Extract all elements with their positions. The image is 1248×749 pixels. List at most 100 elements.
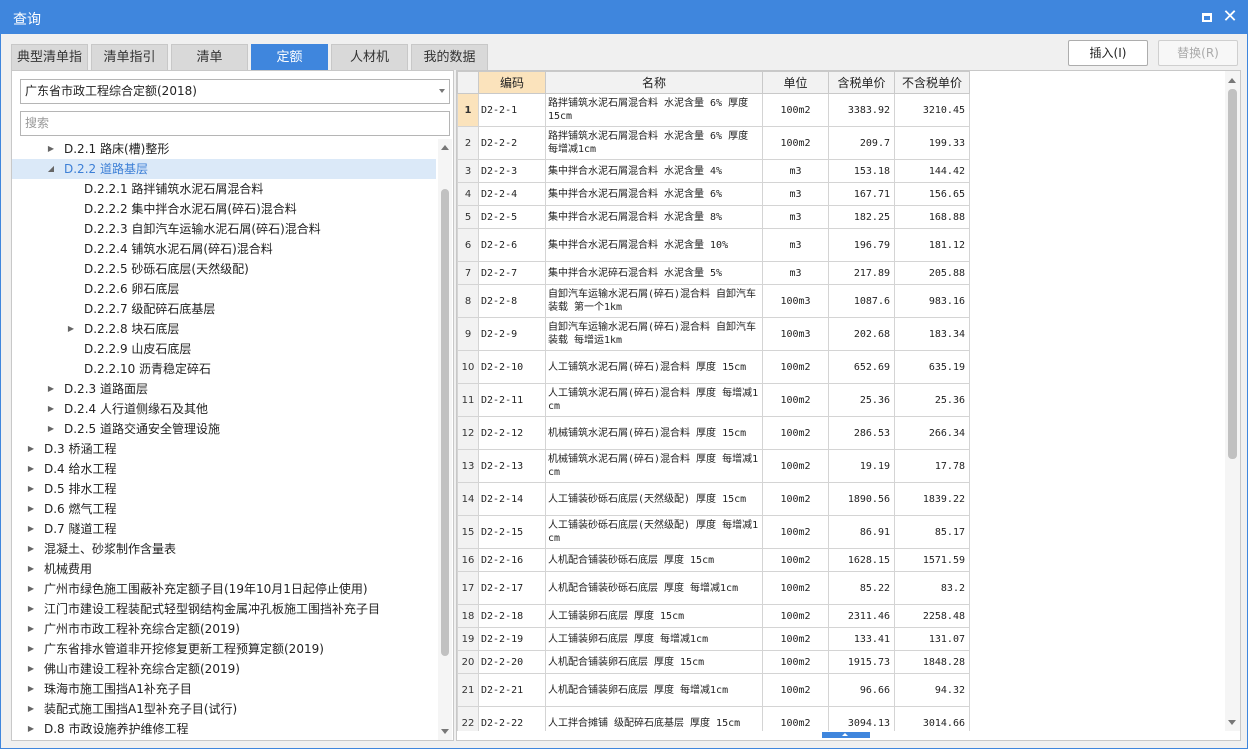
table-row[interactable]: 6 D2-2-6 集中拌合水泥石屑混合料 水泥含量 10% m3 196.79 181.1… [457,228,970,262]
table-row[interactable]: 1 D2-2-1 路拌铺筑水泥石屑混合料 水泥含量 6% 厚度 15cm 100m2 3… [457,93,970,127]
tree-item[interactable]: ▶ D.3 桥涵工程 [12,439,436,459]
table-row[interactable]: 3 D2-2-3 集中拌合水泥石屑混合料 水泥含量 4% m3 153.18 144.42 [457,159,970,183]
collapsed-triangle-icon[interactable]: ▶ [26,639,36,659]
collapsed-triangle-icon[interactable]: ▶ [26,519,36,539]
collapsed-triangle-icon[interactable]: ▶ [26,599,36,619]
tree-scrollbar[interactable] [438,139,452,740]
table-row[interactable]: 11 D2-2-11 人工铺筑水泥石屑(碎石)混合料 厚度 每增减1cm 100m2 2… [457,383,970,417]
tab-bill-guide[interactable]: 清单指引 [91,44,168,70]
maximize-icon[interactable] [1199,9,1215,25]
panel-splitter-handle[interactable] [822,732,870,738]
tree-item[interactable]: D.2.2.6 卵石底层 [12,279,436,299]
tree-item[interactable]: ▶ 佛山市建设工程补充综合定额(2019) [12,659,436,679]
column-header-unit[interactable]: 单位 [762,71,829,94]
scroll-down-icon[interactable] [1228,720,1236,725]
tab-labor-material-machine[interactable]: 人材机 [331,44,408,70]
table-row[interactable]: 10 D2-2-10 人工铺筑水泥石屑(碎石)混合料 厚度 15cm 100m2 652… [457,350,970,384]
tab-typical-bill-guide[interactable]: 典型清单指引 [11,44,88,90]
library-select[interactable]: 广东省市政工程综合定额(2018) [20,79,450,104]
tree-item[interactable]: D.2.2.5 砂砾石底层(天然级配) [12,259,436,279]
tree-item[interactable]: D.2.2.4 铺筑水泥石屑(碎石)混合料 [12,239,436,259]
table-row[interactable]: 2 D2-2-2 路拌铺筑水泥石屑混合料 水泥含量 6% 厚度 每增减1cm 100m… [457,126,970,160]
tree-item[interactable]: D.2.2.3 自卸汽车运输水泥石屑(碎石)混合料 [12,219,436,239]
table-row[interactable]: 7 D2-2-7 集中拌合水泥碎石混合料 水泥含量 5% m3 217.89 205.88 [457,261,970,285]
tab-my-data[interactable]: 我的数据 [411,44,488,70]
tree-scroll-thumb[interactable] [441,189,449,656]
tree-item[interactable]: ▶ D.2.4 人行道侧缘石及其他 [12,399,436,419]
search-input[interactable]: 搜索 [20,111,450,136]
close-icon[interactable]: ✕ [1222,8,1238,26]
tree-item[interactable]: ▶ 广州市绿色施工围蔽补充定额子目(19年10月1日起停止使用) [12,579,436,599]
tree-item[interactable]: ▶ D.6 燃气工程 [12,499,436,519]
table-row[interactable]: 20 D2-2-20 人机配合铺装卵石底层 厚度 15cm 100m2 1915.73 1… [457,650,970,674]
table-row[interactable]: 19 D2-2-19 人工铺装卵石底层 厚度 每增减1cm 100m2 133.41 13… [457,627,970,651]
replace-button[interactable]: 替换(R) [1158,40,1238,66]
tree-item[interactable]: ▶ D.7 隧道工程 [12,519,436,539]
table-row[interactable]: 15 D2-2-15 人工铺装砂砾石底层(天然级配) 厚度 每增减1cm 100m2 8… [457,515,970,549]
expanded-triangle-icon[interactable]: ◢ [46,159,56,179]
table-row[interactable]: 4 D2-2-4 集中拌合水泥石屑混合料 水泥含量 6% m3 167.71 156.65 [457,182,970,206]
insert-button[interactable]: 插入(I) [1068,40,1148,66]
table-row[interactable]: 13 D2-2-13 机械铺筑水泥石屑(碎石)混合料 厚度 每增减1cm 100m2 1… [457,449,970,483]
tree-item[interactable]: ▶ 江门市建设工程装配式轻型钢结构金属冲孔板施工围挡补充子目 [12,599,436,619]
collapsed-triangle-icon[interactable]: ▶ [26,479,36,499]
tree-item[interactable]: ▶ D.2.1 路床(槽)整形 [12,139,436,159]
collapsed-triangle-icon[interactable]: ▶ [26,719,36,739]
table-row[interactable]: 5 D2-2-5 集中拌合水泥石屑混合料 水泥含量 8% m3 182.25 168.88 [457,205,970,229]
tab-bill[interactable]: 清单 [171,44,248,70]
collapsed-triangle-icon[interactable]: ▶ [46,399,56,419]
table-row[interactable]: 18 D2-2-18 人工铺装卵石底层 厚度 15cm 100m2 2311.46 225… [457,604,970,628]
collapsed-triangle-icon[interactable]: ▶ [26,559,36,579]
collapsed-triangle-icon[interactable]: ▶ [26,679,36,699]
column-header-price-with-tax[interactable]: 含税单价 [828,71,895,94]
tree-item[interactable]: D.2.2.9 山皮石底层 [12,339,436,359]
column-header-code[interactable]: 编码 [478,71,546,94]
table-row[interactable]: 22 D2-2-22 人工拌合摊铺 级配碎石底基层 厚度 15cm 100m2 3094… [457,706,970,731]
table-row[interactable]: 8 D2-2-8 自卸汽车运输水泥石屑(碎石)混合料 自卸汽车装载 第一个1km 10… [457,284,970,318]
tree-item[interactable]: ▶ 装配式施工围挡A1型补充子目(试行) [12,699,436,719]
tree-item[interactable]: ▶ 机械费用 [12,559,436,579]
collapsed-triangle-icon[interactable]: ▶ [26,499,36,519]
tree-item[interactable]: ▶ 广州市市政工程补充综合定额(2019) [12,619,436,639]
column-header-name[interactable]: 名称 [545,71,763,94]
scroll-up-icon[interactable] [441,145,449,150]
collapsed-triangle-icon[interactable]: ▶ [46,419,56,439]
tab-quota[interactable]: 定额 [251,44,328,70]
collapsed-triangle-icon[interactable]: ▶ [26,539,36,559]
tree-item[interactable]: ▶ D.2.3 道路面层 [12,379,436,399]
collapsed-triangle-icon[interactable]: ▶ [26,619,36,639]
table-row[interactable]: 12 D2-2-12 机械铺筑水泥石屑(碎石)混合料 厚度 15cm 100m2 286… [457,416,970,450]
name-cell: 人工拌合摊铺 级配碎石底基层 厚度 15cm [545,706,763,731]
table-row[interactable]: 14 D2-2-14 人工铺装砂砾石底层(天然级配) 厚度 15cm 100m2 189… [457,482,970,516]
tree-item[interactable]: ▶ 混凝土、砂浆制作含量表 [12,539,436,559]
grid-scroll-thumb[interactable] [1228,89,1237,459]
tree-item[interactable]: D.2.2.2 集中拌合水泥石屑(碎石)混合料 [12,199,436,219]
tree-item[interactable]: ▶ D.8 市政设施养护维修工程 [12,719,436,739]
tree-item[interactable]: ▶ 珠海市施工围挡A1补充子目 [12,679,436,699]
collapsed-triangle-icon[interactable]: ▶ [66,319,76,339]
tree-item[interactable]: ◢ D.2.2 道路基层 [12,159,436,179]
tree-item[interactable]: ▶ 广东省排水管道非开挖修复更新工程预算定额(2019) [12,639,436,659]
tree-item[interactable]: D.2.2.1 路拌铺筑水泥石屑混合料 [12,179,436,199]
table-row[interactable]: 16 D2-2-16 人机配合铺装砂砾石底层 厚度 15cm 100m2 1628.15… [457,548,970,572]
tree-item[interactable]: ▶ D.2.2.8 块石底层 [12,319,436,339]
tree-item[interactable]: ▶ D.5 排水工程 [12,479,436,499]
collapsed-triangle-icon[interactable]: ▶ [26,439,36,459]
table-row[interactable]: 17 D2-2-17 人机配合铺装砂砾石底层 厚度 每增减1cm 100m2 85.22… [457,571,970,605]
collapsed-triangle-icon[interactable]: ▶ [26,579,36,599]
collapsed-triangle-icon[interactable]: ▶ [46,139,56,159]
table-row[interactable]: 21 D2-2-21 人机配合铺装卵石底层 厚度 每增减1cm 100m2 96.66 9… [457,673,970,707]
collapsed-triangle-icon[interactable]: ▶ [46,379,56,399]
tree-item[interactable]: ▶ D.2.5 道路交通安全管理设施 [12,419,436,439]
collapsed-triangle-icon[interactable]: ▶ [26,459,36,479]
collapsed-triangle-icon[interactable]: ▶ [26,659,36,679]
grid-scrollbar[interactable] [1225,71,1240,731]
tree-item[interactable]: ▶ D.4 给水工程 [12,459,436,479]
tree-item[interactable]: D.2.2.7 级配碎石底基层 [12,299,436,319]
table-row[interactable]: 9 D2-2-9 自卸汽车运输水泥石屑(碎石)混合料 自卸汽车装载 每增运1km 10… [457,317,970,351]
tree-item[interactable]: D.2.2.10 沥青稳定碎石 [12,359,436,379]
scroll-up-icon[interactable] [1228,78,1236,83]
scroll-down-icon[interactable] [441,729,449,734]
collapsed-triangle-icon[interactable]: ▶ [26,699,36,719]
column-header-price-without-tax[interactable]: 不含税单价 [894,71,970,94]
